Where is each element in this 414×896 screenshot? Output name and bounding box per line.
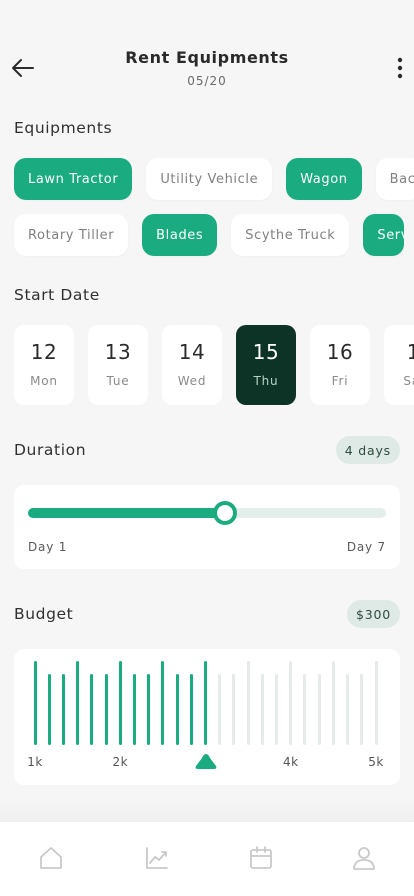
date-card-selected[interactable]: 15 Thu: [236, 325, 296, 405]
budget-bar: [331, 661, 335, 745]
profile-icon: [353, 847, 375, 870]
chip-blades[interactable]: Blades: [142, 214, 218, 256]
bottom-navigation: [0, 822, 414, 896]
duration-slider-fill: [28, 508, 225, 518]
budget-bar: [303, 674, 307, 745]
chip-wagon[interactable]: Wagon: [286, 158, 362, 200]
date-number: 16: [326, 340, 354, 364]
date-picker-row: 12 Mon 13 Tue 14 Wed 15 Thu 16 Fri 1 Sa: [14, 325, 414, 405]
date-card[interactable]: 13 Tue: [88, 325, 148, 405]
nav-profile[interactable]: [348, 842, 380, 874]
budget-bar: [218, 674, 222, 745]
budget-bar: [232, 674, 236, 745]
duration-max-label: Day 7: [346, 540, 386, 554]
duration-title: Duration: [14, 441, 87, 459]
page-subtitle: 05/20: [187, 74, 227, 88]
nav-calendar[interactable]: [245, 842, 277, 874]
chip-scythe-truck[interactable]: Scythe Truck: [231, 214, 350, 256]
budget-tick-label: 5k: [368, 755, 384, 769]
date-number: 12: [30, 340, 58, 364]
budget-card: 1k 2k 4k 5k: [14, 649, 400, 785]
budget-bar: [33, 661, 37, 745]
nav-shadow: [0, 800, 414, 822]
header: Rent Equipments 05/20: [0, 0, 414, 110]
date-number: 14: [178, 340, 206, 364]
more-vertical-icon: [397, 57, 403, 79]
budget-bar: [189, 674, 193, 745]
budget-bar: [118, 661, 122, 745]
chart-icon: [146, 847, 168, 869]
budget-tick-label: 2k: [112, 755, 129, 769]
date-weekday: Sa: [403, 374, 414, 388]
chip-rotary-tiller[interactable]: Rotary Tiller: [14, 214, 129, 256]
date-card[interactable]: 12 Mon: [14, 325, 74, 405]
budget-bar: [289, 661, 293, 745]
budget-title: Budget: [14, 605, 74, 623]
budget-bar: [360, 674, 364, 745]
duration-slider-track[interactable]: [28, 501, 386, 525]
budget-histogram[interactable]: [14, 649, 400, 749]
home-icon: [40, 847, 62, 869]
budget-bar: [346, 674, 350, 745]
date-weekday: Thu: [253, 374, 279, 388]
equipment-chip-row-2: Rotary Tiller Blades Scythe Truck Servic: [14, 214, 405, 256]
budget-bar: [317, 674, 321, 745]
budget-bar: [147, 674, 151, 745]
date-card-partial[interactable]: 1 Sa: [384, 325, 414, 405]
date-number: 15: [252, 340, 280, 364]
equipments-title: Equipments: [14, 119, 113, 137]
budget-tick-label: 4k: [282, 755, 299, 769]
budget-bar: [61, 674, 65, 745]
budget-bar: [90, 674, 94, 745]
chip-service[interactable]: Servic: [363, 214, 405, 256]
budget-bar: [374, 661, 378, 745]
chip-back[interactable]: Back: [375, 158, 414, 200]
budget-bar: [104, 674, 108, 745]
budget-bar: [204, 661, 207, 745]
page-title: Rent Equipments: [125, 48, 289, 67]
more-button[interactable]: [392, 52, 408, 84]
duration-badge: 4 days: [335, 436, 400, 464]
calendar-icon: [250, 846, 272, 869]
duration-slider-thumb[interactable]: [213, 501, 237, 525]
budget-bar: [246, 661, 250, 745]
budget-range-thumb[interactable]: [194, 753, 218, 769]
budget-bar: [76, 661, 80, 745]
budget-bar: [47, 674, 51, 745]
nav-home[interactable]: [35, 842, 67, 874]
duration-min-label: Day 1: [28, 540, 68, 554]
date-card[interactable]: 16 Fri: [310, 325, 370, 405]
chip-utility-vehicle[interactable]: Utility Vehicle: [146, 158, 273, 200]
budget-bar: [132, 674, 136, 745]
chip-lawn-tractor[interactable]: Lawn Tractor: [14, 158, 133, 200]
equipment-chip-row-1: Lawn Tractor Utility Vehicle Wagon Back: [14, 158, 414, 200]
date-weekday: Fri: [331, 374, 349, 388]
date-number: 1: [406, 340, 414, 364]
budget-bar: [161, 661, 165, 745]
duration-card: Day 1 Day 7: [14, 485, 400, 569]
budget-bar: [260, 674, 264, 745]
start-date-title: Start Date: [14, 286, 100, 304]
date-card[interactable]: 14 Wed: [162, 325, 222, 405]
date-weekday: Mon: [30, 374, 58, 388]
budget-badge: $300: [346, 600, 400, 628]
budget-bar: [275, 674, 279, 745]
date-weekday: Tue: [106, 374, 130, 388]
budget-bar: [175, 674, 179, 745]
budget-tick-label: 1k: [27, 755, 43, 769]
date-weekday: Wed: [177, 374, 207, 388]
date-number: 13: [104, 340, 132, 364]
nav-stats[interactable]: [141, 842, 173, 874]
